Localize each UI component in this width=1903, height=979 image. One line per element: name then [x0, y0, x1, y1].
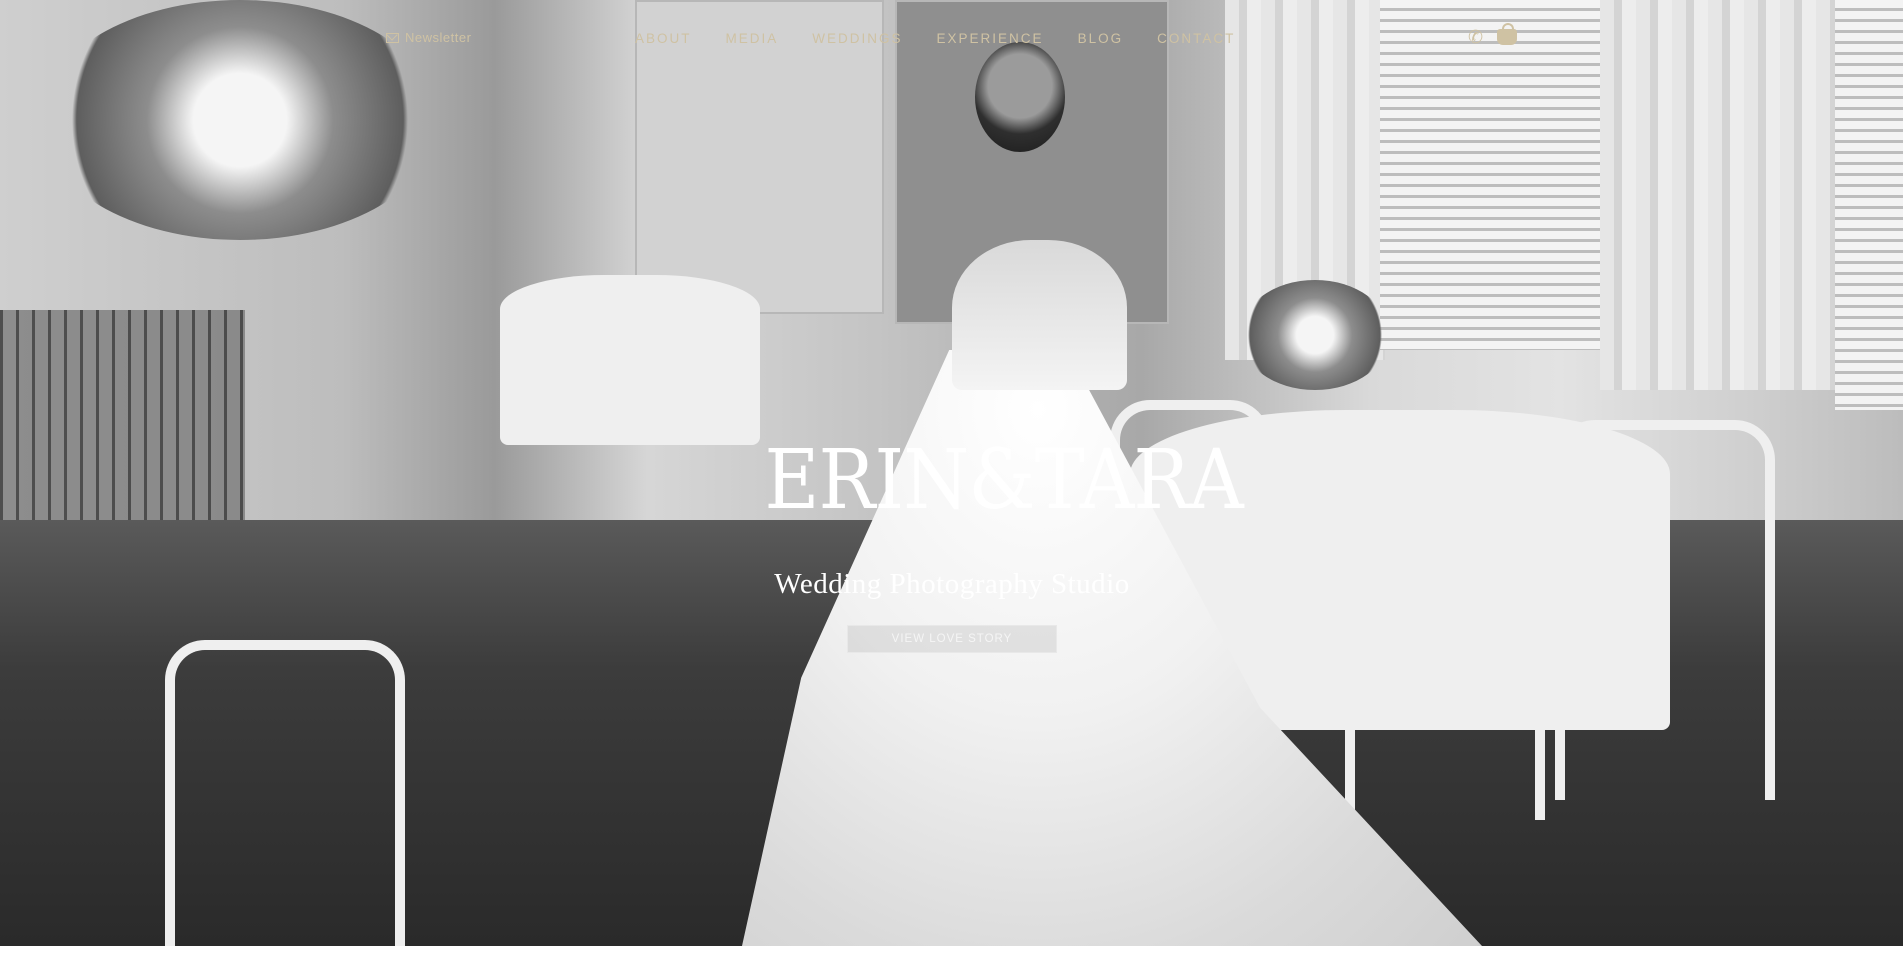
- phone-icon[interactable]: ✆: [1468, 28, 1483, 46]
- chair: [165, 640, 405, 946]
- nav-item-experience[interactable]: EXPERIENCE: [937, 31, 1044, 46]
- nav-item-contact[interactable]: CONTACT: [1157, 31, 1235, 46]
- shopping-bag-icon[interactable]: [1497, 23, 1518, 45]
- scroll-down-icon[interactable]: [936, 946, 968, 962]
- main-nav: ABOUT MEDIA WEDDINGS EXPERIENCE BLOG CON…: [635, 31, 1269, 46]
- chair: [1555, 420, 1775, 800]
- top-navigation: Newsletter ABOUT MEDIA WEDDINGS EXPERIEN…: [0, 0, 1903, 70]
- nav-item-weddings[interactable]: WEDDINGS: [812, 31, 902, 46]
- newsletter-label: Newsletter: [405, 30, 472, 45]
- nav-item-media[interactable]: MEDIA: [726, 31, 779, 46]
- chair: [1345, 430, 1545, 820]
- mail-icon: [386, 32, 399, 43]
- newsletter-link[interactable]: Newsletter: [386, 30, 471, 45]
- view-love-story-button[interactable]: VIEW LOVE STORY: [847, 625, 1057, 653]
- bride-bodice: [952, 240, 1127, 390]
- hero-tagline: Wedding Photography Studio: [774, 568, 1130, 600]
- table-centerpiece: [1240, 280, 1390, 390]
- header-icons: ✆: [1468, 23, 1518, 46]
- nav-item-about[interactable]: ABOUT: [635, 31, 692, 46]
- nav-item-blog[interactable]: BLOG: [1078, 31, 1124, 46]
- site-logo[interactable]: ERIN&TARA: [764, 440, 1243, 522]
- side-table: [500, 275, 760, 445]
- balcony-railing: [0, 310, 245, 540]
